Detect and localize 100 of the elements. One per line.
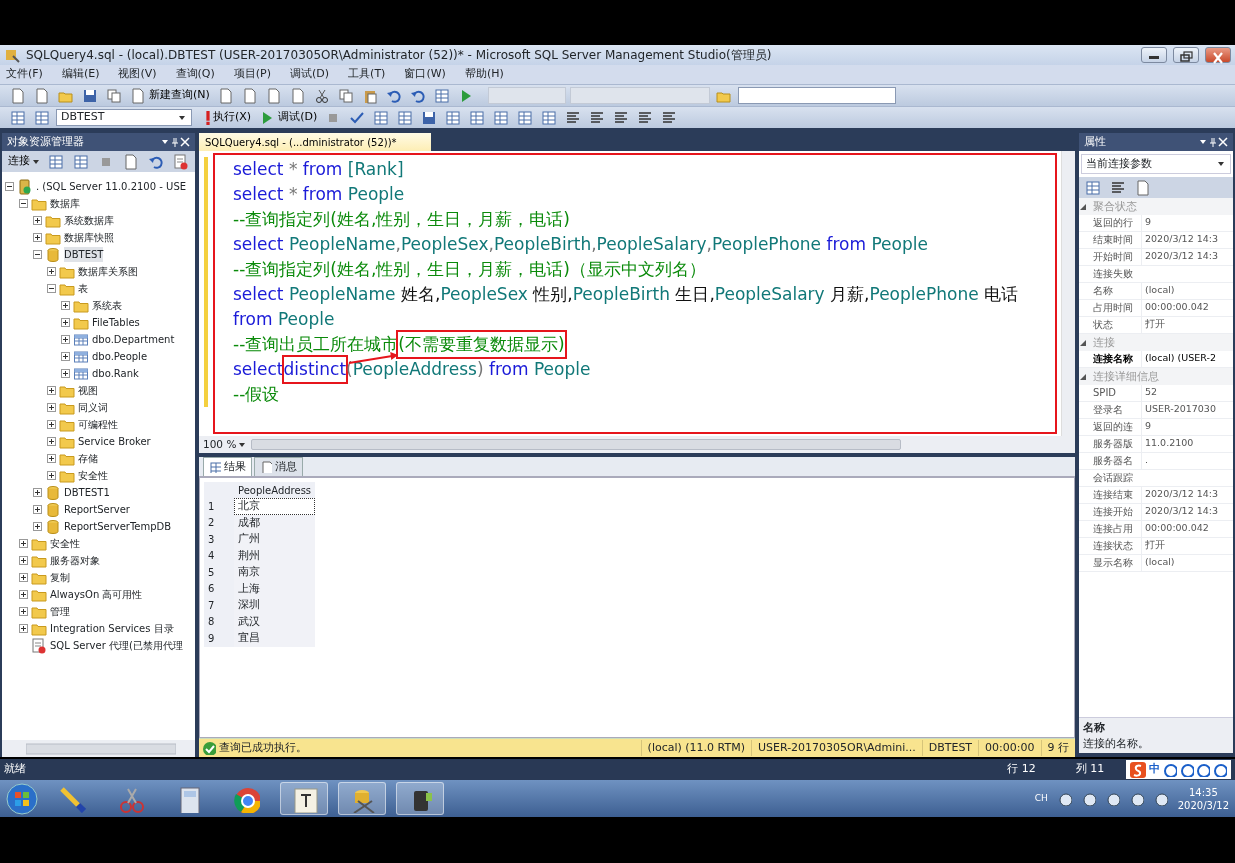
property-name[interactable]: 显示名称 [1091,555,1141,571]
menu-item[interactable]: 视图(V) [118,66,157,83]
result-tab[interactable]: 结果 [203,456,252,476]
clock-date[interactable]: 2020/3/12 [1177,798,1229,812]
tree-item[interactable]: 存储 [78,451,98,466]
property-name[interactable]: 状态 [1091,317,1141,333]
tree-item[interactable]: DBTEST1 [64,485,110,500]
tree-item[interactable]: Service Broker [78,434,151,449]
new-query-button[interactable]: 新建查询(N) [128,85,212,106]
expand-icon[interactable] [19,556,28,565]
menu-item[interactable]: 编辑(E) [61,66,100,83]
expand-icon[interactable] [19,539,28,548]
tree-item[interactable]: ReportServerTempDB [64,519,172,534]
collapse-icon[interactable] [19,199,28,208]
expand-icon[interactable] [61,369,70,378]
close-button[interactable] [1205,47,1231,63]
close-icon[interactable] [180,137,190,147]
minimize-button[interactable] [1141,47,1167,63]
ime-mode[interactable]: 中 [1149,761,1160,778]
expand-icon[interactable] [33,505,42,514]
expand-icon[interactable] [33,488,42,497]
tree-item[interactable]: 安全性 [78,468,108,483]
expand-icon[interactable] [47,420,56,429]
expand-icon[interactable] [61,318,70,327]
tree-item[interactable]: FileTables [92,315,140,330]
property-name[interactable]: 结束时间 [1091,232,1141,248]
property-name[interactable]: 连接失败 [1091,266,1141,282]
expand-icon[interactable] [47,437,56,446]
database-dropdown[interactable]: DBTEST [56,109,192,126]
tree-item[interactable]: 系统表 [92,298,122,313]
property-name[interactable]: 连接开始 [1091,504,1141,520]
collapse-icon[interactable] [1079,202,1087,211]
property-name[interactable]: SPID [1091,385,1141,401]
expand-icon[interactable] [61,335,70,344]
execute-button[interactable]: 执行(X) [204,107,254,128]
tree-item[interactable]: 数据库关系图 [78,264,138,279]
property-name[interactable]: 连接名称 [1091,351,1141,367]
connect-button[interactable]: 连接 [6,151,41,172]
property-name[interactable]: 登录名 [1091,402,1141,418]
property-name[interactable]: 返回的连 [1091,419,1141,435]
tree-item[interactable]: 安全性 [50,536,80,551]
expand-icon[interactable] [47,454,56,463]
table-cell[interactable]: 南京 [234,564,316,581]
property-name[interactable]: 返回的行 [1091,215,1141,231]
expand-icon[interactable] [61,301,70,310]
collapse-icon[interactable] [47,284,56,293]
close-icon[interactable] [1218,137,1228,147]
tree-item[interactable]: ReportServer [64,502,130,517]
table-cell[interactable]: 北京 [234,498,316,515]
menu-item[interactable]: 调试(D) [290,66,330,83]
expand-icon[interactable] [47,471,56,480]
scrollbar-thumb[interactable] [251,439,902,450]
pin-icon[interactable] [1208,137,1218,147]
menu-item[interactable]: 窗口(W) [404,66,446,83]
tree-item[interactable]: 系统数据库 [64,213,114,228]
expand-icon[interactable] [47,267,56,276]
tree-item[interactable]: 复制 [50,570,70,585]
property-name[interactable]: 连接结束 [1091,487,1141,503]
tree-item[interactable]: AlwaysOn 高可用性 [50,587,143,602]
tree-item[interactable]: SQL Server 代理(已禁用代理 [50,638,183,653]
expand-icon[interactable] [19,607,28,616]
result-tab[interactable]: 消息 [254,456,303,476]
tree-item[interactable]: . (SQL Server 11.0.2100 - USE [36,179,187,194]
tree-item[interactable]: DBTEST [64,247,104,262]
expand-icon[interactable] [47,403,56,412]
language-indicator[interactable]: CH [1034,791,1048,806]
start-icon[interactable] [6,782,38,815]
property-name[interactable]: 服务器名 [1091,453,1141,469]
tree-item[interactable]: 管理 [50,604,70,619]
editor-tab[interactable]: SQLQuery4.sql - (...dministrator (52))* [199,133,431,151]
menu-item[interactable]: 项目(P) [233,66,272,83]
property-name[interactable]: 开始时间 [1091,249,1141,265]
table-cell[interactable]: 宜昌 [234,630,316,647]
property-name[interactable]: 服务器版 [1091,436,1141,452]
expand-icon[interactable] [33,233,42,242]
brush-icon[interactable] [58,784,86,813]
expand-icon[interactable] [33,216,42,225]
property-name[interactable]: 名称 [1091,283,1141,299]
menu-item[interactable]: 文件(F) [6,66,43,83]
search-field[interactable] [737,87,896,104]
property-name[interactable]: 连接占用 [1091,521,1141,537]
tree-item[interactable]: 表 [78,281,88,296]
tree-item[interactable]: dbo.People [92,349,148,364]
zoom-dropdown[interactable]: 100 % [203,436,246,453]
expand-icon[interactable] [47,386,56,395]
expand-icon[interactable] [33,522,42,531]
vertical-scrollbar[interactable] [1061,151,1075,436]
collapse-icon[interactable] [1079,338,1087,347]
expand-icon[interactable] [19,573,28,582]
tree-item[interactable]: dbo.Rank [92,366,139,381]
tree-item[interactable]: dbo.Department [92,332,175,347]
object-dropdown[interactable]: 当前连接参数 [1081,154,1231,174]
tree-item[interactable]: 数据库快照 [64,230,114,245]
expand-icon[interactable] [61,352,70,361]
pin-icon[interactable] [170,137,180,147]
restore-button[interactable] [1173,47,1199,63]
collapse-icon[interactable] [5,182,14,191]
tree-item[interactable]: 同义词 [78,400,108,415]
tree-item[interactable]: Integration Services 目录 [50,621,174,636]
table-cell[interactable]: 广州 [234,531,316,548]
